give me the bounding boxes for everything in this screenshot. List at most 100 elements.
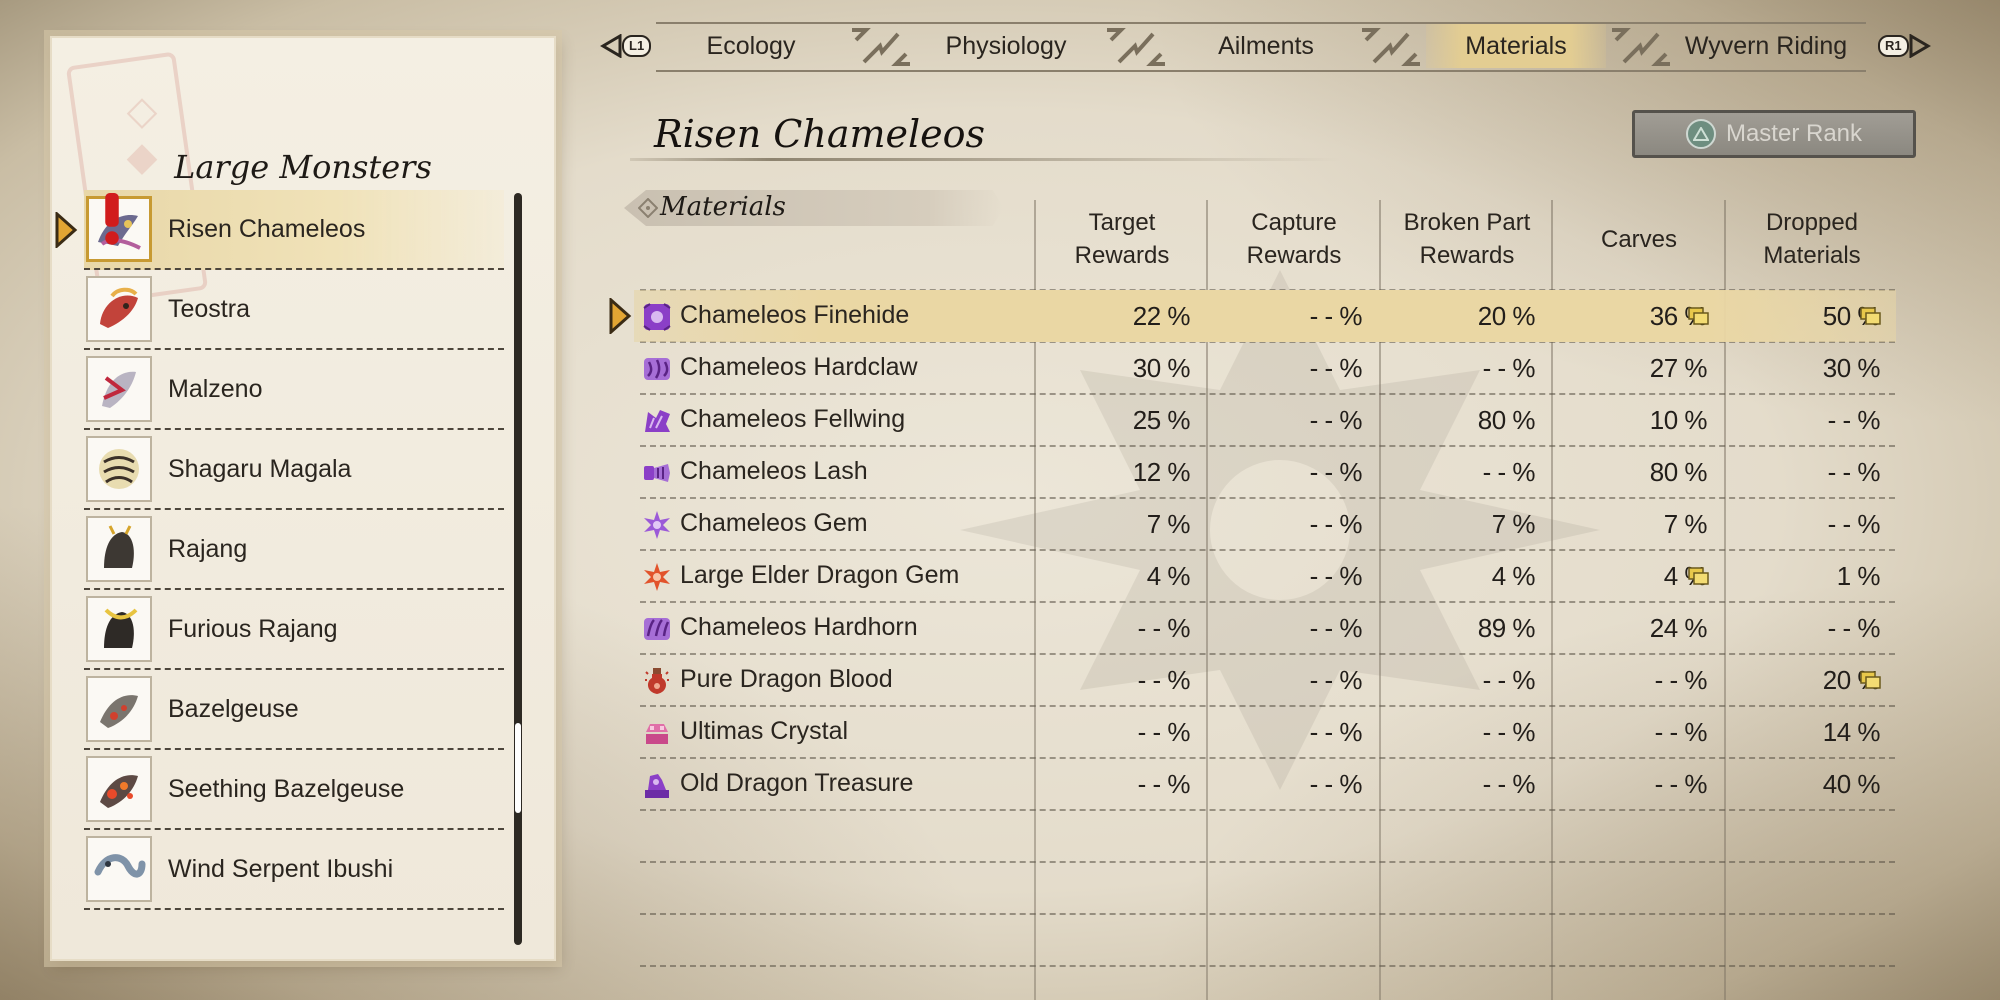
broken-part-rewards-value: - - % [1482,769,1536,799]
arrow-left-icon [600,34,622,58]
monster-list-item[interactable]: Furious Rajang [84,590,504,670]
monster-list: Risen Chameleos Teostra Malzeno Shagaru … [55,190,504,910]
monster-list-panel: ◇◆◇ Large Monsters Risen Chameleos Teost… [50,36,556,961]
crystal-icon [646,724,668,744]
section-header: Materials [624,190,1004,226]
tab-divider-icon [1362,28,1420,66]
tab-wyvern-riding[interactable]: Wyvern Riding [1676,24,1856,68]
list-scrollbar[interactable] [514,193,522,945]
tab-divider-icon [852,28,910,66]
monster-list-item[interactable]: Risen Chameleos [55,190,504,270]
monster-list-item[interactable]: Shagaru Magala [84,430,504,510]
material-name: Chameleos Fellwing [680,405,906,433]
material-name: Chameleos Hardhorn [680,613,918,641]
broken-part-rewards-value: 89 % [1477,613,1536,643]
section-label: Materials [660,192,786,222]
material-name: Chameleos Lash [680,457,868,485]
table-row[interactable]: Ultimas Crystal - - % - - % - - % - - % … [634,706,1896,758]
target-rewards-value: 22 % [1132,301,1191,331]
list-scrollbar-thumb[interactable] [515,723,521,813]
teostra-icon [86,276,152,342]
monster-list-item[interactable]: Rajang [84,510,504,590]
claw-icon [644,358,670,380]
material-name: Ultimas Crystal [680,717,849,745]
broken-part-rewards-value: 80 % [1477,405,1536,435]
tab-physiology[interactable]: Physiology [916,24,1096,68]
triangle-button-icon [1685,119,1716,149]
capture-rewards-value: - - % [1309,457,1363,487]
monster-list-item[interactable]: Teostra [84,270,504,350]
monster-list-item[interactable]: Bazelgeuse [84,670,504,750]
note-icon [1688,567,1709,585]
master-rank-label: Master Rank [1725,120,1863,147]
target-rewards-value: 12 % [1132,457,1191,487]
table-row[interactable]: Pure Dragon Blood - - % - - % - - % - - … [634,654,1896,706]
monster-name: Risen Chameleos [168,214,366,243]
table-row[interactable]: Large Elder Dragon Gem 4 % - - % 4 % 4 %… [634,550,1896,602]
target-rewards-value: - - % [1137,613,1191,643]
master-rank-button[interactable]: Master Rank [1632,110,1916,158]
arrow-right-icon [1909,34,1931,58]
tail-icon [644,464,670,482]
row-divider [640,965,1895,967]
next-tab-shoulder[interactable]: R1 [1878,34,1931,58]
row-divider [640,861,1895,863]
table-row[interactable]: Old Dragon Treasure - - % - - % - - % - … [634,758,1896,810]
capture-rewards-value: - - % [1309,613,1363,643]
capture-rewards-value: - - % [1309,509,1363,539]
table-row[interactable]: Chameleos Hardhorn - - % - - % 89 % 24 %… [634,602,1896,654]
table-row[interactable]: Chameleos Hardclaw 30 % - - % - - % 27 %… [634,342,1896,394]
monster-name: Bazelgeuse [168,694,299,723]
note-icon [1860,671,1881,689]
material-name: Chameleos Hardclaw [680,353,918,381]
capture-rewards-value: - - % [1309,717,1363,747]
tab-ailments[interactable]: Ailments [1176,24,1356,68]
target-rewards-value: - - % [1137,717,1191,747]
dropped-materials-value: - - % [1827,457,1881,487]
previous-tab-shoulder[interactable]: L1 [600,34,652,58]
column-header-capture-rewards: Capture Rewards [1246,209,1342,269]
monster-name: Furious Rajang [168,614,338,643]
note-icon [1688,307,1709,325]
tab-ecology[interactable]: Ecology [676,24,826,68]
capture-rewards-value: - - % [1309,769,1363,799]
monster-name: Malzeno [168,374,263,403]
carves-value: 27 % [1649,353,1708,383]
treasure-icon [645,774,669,798]
monster-list-item[interactable]: Wind Serpent Ibushi [84,830,504,910]
diamond-icon [638,198,658,218]
dropped-materials-value: - - % [1827,509,1881,539]
column-header-target-rewards: Target Rewards [1074,209,1170,269]
target-rewards-value: - - % [1137,769,1191,799]
broken-part-rewards-value: - - % [1482,353,1536,383]
tab-divider-icon [1107,28,1165,66]
tab-materials[interactable]: Materials [1426,24,1606,68]
monster-name: Wind Serpent Ibushi [168,854,394,883]
risen-chameleos-icon [86,193,152,262]
hide-icon [643,303,671,331]
r1-button-label: R1 [1878,35,1909,57]
capture-rewards-value: - - % [1309,353,1363,383]
material-name: Old Dragon Treasure [680,769,914,797]
table-row[interactable]: Chameleos Finehide 22 % - - % 20 % 36 % … [609,290,1896,342]
horn-icon [644,618,670,640]
bazelgeuse-icon [86,676,152,742]
table-row[interactable]: Chameleos Lash 12 % - - % - - % 80 % - -… [634,446,1896,498]
monster-list-item[interactable]: Seething Bazelgeuse [84,750,504,830]
elder-gem-icon [644,563,670,591]
blood-flask-icon [645,668,669,694]
monster-list-item[interactable]: Malzeno [84,350,504,430]
table-row[interactable]: Chameleos Gem 7 % - - % 7 % 7 % - - % [634,498,1896,550]
dropped-materials-value: 14 % [1822,717,1881,747]
dropped-materials-value: - - % [1827,405,1881,435]
table-row[interactable]: Chameleos Fellwing 25 % - - % 80 % 10 % … [634,394,1896,446]
title-underline [630,158,1340,161]
l1-button-label: L1 [622,35,652,57]
carves-value: 7 % [1663,509,1708,539]
broken-part-rewards-value: - - % [1482,457,1536,487]
selection-cursor-icon [609,298,632,334]
material-name: Chameleos Gem [680,509,868,537]
capture-rewards-value: - - % [1309,561,1363,591]
materials-table: Chameleos Finehide 22 % - - % 20 % 36 % … [609,290,1896,810]
malzeno-icon [86,356,152,422]
